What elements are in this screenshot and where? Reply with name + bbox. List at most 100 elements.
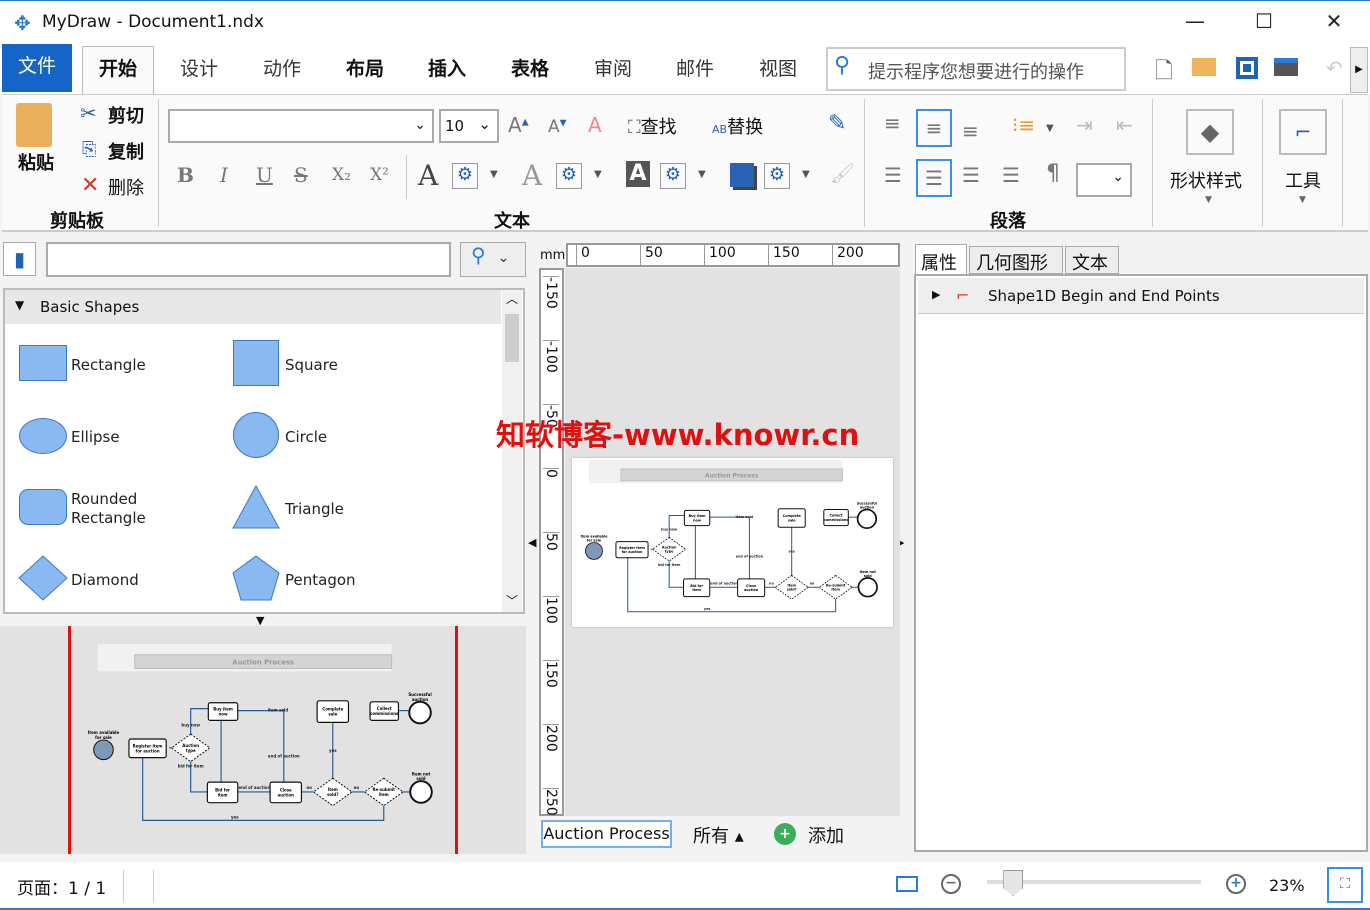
- grow-font-icon[interactable]: A▲: [508, 113, 529, 137]
- shape-label[interactable]: Ellipse: [71, 428, 120, 446]
- text-outline-icon[interactable]: A: [522, 159, 542, 192]
- pan-zoom-panel[interactable]: Auction Process Item available for sale Reg…: [0, 626, 526, 854]
- dropdown-arrow-icon[interactable]: ▼: [698, 169, 706, 180]
- add-page-button[interactable]: 添加: [808, 822, 844, 848]
- increase-indent-icon[interactable]: ⇥: [1076, 113, 1093, 137]
- tell-me-search[interactable]: ⚲ 提示程序您想要进行的操作: [826, 47, 1126, 91]
- gear-icon[interactable]: ⚙: [660, 163, 686, 189]
- pilcrow-button[interactable]: ¶: [1046, 161, 1060, 186]
- zoom-slider-thumb[interactable]: [1003, 870, 1024, 896]
- subscript-button[interactable]: X₂: [332, 165, 351, 185]
- gear-icon[interactable]: ⚙: [764, 163, 790, 189]
- diamond-shape-icon[interactable]: [17, 554, 69, 602]
- library-search-button[interactable]: ⚲ ⌄: [460, 242, 526, 277]
- delete-button[interactable]: 删除: [108, 174, 144, 200]
- tab-design[interactable]: 设计: [180, 54, 218, 81]
- align-bottom-icon[interactable]: ≡: [962, 119, 979, 143]
- spacing-select[interactable]: ⌄: [1076, 163, 1132, 197]
- tab-layout[interactable]: 布局: [346, 54, 384, 81]
- print-icon[interactable]: [1274, 58, 1298, 76]
- align-middle-icon[interactable]: ≡: [916, 109, 952, 147]
- font-size-select[interactable]: 10 ⌄: [439, 109, 499, 143]
- circle-shape-icon[interactable]: [233, 412, 279, 458]
- clear-format-icon[interactable]: A: [588, 113, 602, 137]
- align-center-icon[interactable]: ☰: [916, 159, 952, 197]
- tools-button[interactable]: 工具: [1285, 167, 1321, 193]
- align-right-icon[interactable]: ☰: [962, 163, 980, 187]
- scroll-down-icon[interactable]: ﹀: [506, 592, 518, 609]
- shape-label[interactable]: Circle: [285, 428, 327, 446]
- brush-icon[interactable]: 🖌: [830, 161, 855, 185]
- save-icon[interactable]: [1236, 57, 1258, 79]
- tab-insert[interactable]: 插入: [428, 54, 466, 81]
- dropdown-arrow-icon[interactable]: ▼: [1046, 123, 1054, 134]
- align-left-icon[interactable]: ☰: [884, 163, 902, 187]
- font-color-icon[interactable]: A: [418, 159, 438, 192]
- tab-geometry[interactable]: 几何图形: [969, 246, 1063, 274]
- ellipse-shape-icon[interactable]: [19, 418, 67, 454]
- tab-home[interactable]: 开始: [82, 46, 154, 96]
- shape-label[interactable]: Rectangle: [71, 356, 146, 374]
- zoom-in-icon[interactable]: +: [1226, 874, 1246, 894]
- bullet-list-icon[interactable]: ⁝≡: [1012, 113, 1035, 137]
- dropdown-arrow-icon[interactable]: ▼: [490, 169, 498, 180]
- all-pages-button[interactable]: 所有 ▴: [693, 822, 744, 848]
- shape-style-button[interactable]: 形状样式: [1170, 167, 1242, 193]
- rounded-rectangle-shape-icon[interactable]: [19, 489, 67, 525]
- new-document-icon[interactable]: 🗋: [1155, 54, 1173, 92]
- monitor-icon[interactable]: [896, 876, 918, 892]
- align-top-icon[interactable]: ≡: [884, 111, 901, 135]
- shadow-icon[interactable]: [730, 163, 754, 187]
- italic-button[interactable]: I: [220, 163, 228, 187]
- cut-button[interactable]: 剪切: [108, 102, 144, 128]
- undo-icon[interactable]: ↶: [1326, 56, 1343, 80]
- copy-button[interactable]: 复制: [108, 138, 144, 164]
- zoom-slider[interactable]: [987, 870, 1201, 896]
- triangle-shape-icon[interactable]: [231, 484, 281, 530]
- tab-table[interactable]: 表格: [511, 54, 549, 81]
- page-tab-auction-process[interactable]: Auction Process: [541, 820, 672, 848]
- shape-label[interactable]: Square: [285, 356, 338, 374]
- paste-button[interactable]: 粘贴: [18, 149, 54, 175]
- add-icon[interactable]: +: [774, 823, 796, 845]
- tab-actions[interactable]: 动作: [263, 54, 301, 81]
- diagram[interactable]: Auction Process Item available for sale Reg…: [572, 458, 893, 627]
- property-row[interactable]: ▶ ⌐ Shape1D Begin and End Points: [918, 278, 1364, 314]
- replace-button[interactable]: AB替换: [712, 113, 763, 139]
- connector-tool-icon[interactable]: ⌐: [1279, 109, 1327, 155]
- find-button[interactable]: ⛶查找: [628, 113, 677, 139]
- section-header[interactable]: ▼ Basic Shapes: [5, 290, 501, 324]
- library-search-input[interactable]: [46, 242, 451, 277]
- paint-bucket-icon[interactable]: ◆: [1186, 109, 1234, 155]
- underline-button[interactable]: U: [256, 163, 273, 187]
- overflow-button[interactable]: ▶: [1350, 47, 1368, 93]
- dropdown-arrow-icon[interactable]: ▼: [594, 169, 602, 180]
- expand-triangle-icon[interactable]: ▶: [932, 288, 940, 301]
- square-shape-icon[interactable]: [233, 340, 279, 386]
- shape-label[interactable]: Rounded Rectangle: [71, 490, 171, 528]
- fit-page-icon[interactable]: ⛶: [1327, 867, 1363, 903]
- rectangle-shape-icon[interactable]: [19, 345, 67, 381]
- zoom-out-icon[interactable]: −: [941, 874, 961, 894]
- text-fill-icon[interactable]: A: [626, 161, 650, 187]
- maximize-button[interactable]: ☐: [1249, 9, 1279, 37]
- tab-review[interactable]: 审阅: [594, 54, 632, 81]
- justify-icon[interactable]: ☰: [1002, 163, 1020, 187]
- gear-icon[interactable]: ⚙: [556, 163, 582, 189]
- minimize-button[interactable]: —: [1180, 9, 1210, 37]
- open-folder-icon[interactable]: [1192, 58, 1216, 76]
- strikethrough-button[interactable]: S: [294, 163, 308, 187]
- library-book-icon[interactable]: ▮: [3, 242, 36, 276]
- tab-mail[interactable]: 邮件: [676, 54, 714, 81]
- scrollbar-thumb[interactable]: [505, 314, 519, 362]
- shape-label[interactable]: Triangle: [285, 500, 344, 518]
- dropdown-arrow-icon[interactable]: ▼: [802, 169, 810, 180]
- scroll-up-icon[interactable]: ︿: [506, 290, 518, 307]
- shrink-font-icon[interactable]: A▼: [548, 117, 567, 137]
- tab-properties[interactable]: 属性: [915, 244, 967, 274]
- decrease-indent-icon[interactable]: ⇤: [1116, 113, 1133, 137]
- tab-file[interactable]: 文件: [2, 44, 72, 92]
- drawing-canvas[interactable]: Auction Process Item available for sale Reg…: [565, 268, 900, 816]
- gear-icon[interactable]: ⚙: [452, 163, 478, 189]
- tab-text[interactable]: 文本: [1065, 246, 1119, 274]
